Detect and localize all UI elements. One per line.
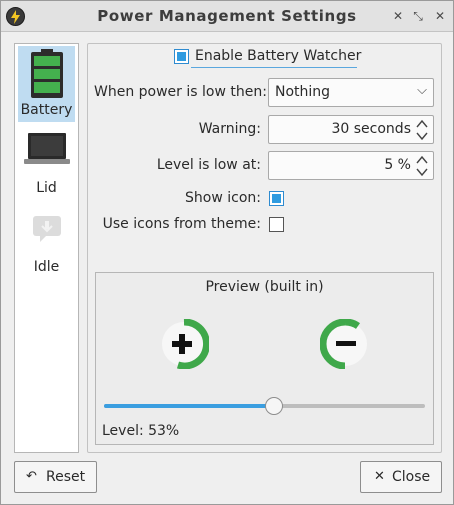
warning-label: Warning: (198, 121, 261, 137)
power-management-window: Power Management Settings ✕ ⤡ ✕ Battery … (0, 0, 454, 505)
window-title: Power Management Settings (97, 7, 357, 25)
enable-battery-watcher-checkbox[interactable] (174, 49, 189, 64)
laptop-lid-icon (24, 133, 70, 164)
level-slider-handle[interactable] (264, 397, 283, 415)
when-low-label: When power is low then: (94, 84, 267, 100)
preview-title: Preview (built in) (205, 279, 324, 295)
reset-button-label: Reset (46, 469, 86, 485)
enable-battery-watcher-label[interactable]: Enable Battery Watcher (195, 48, 361, 64)
sidebar-item-label: Idle (33, 259, 60, 275)
when-low-value: Nothing (275, 84, 331, 100)
close-icon: ✕ (374, 469, 385, 484)
sidebar-item-label: Battery (20, 102, 73, 118)
level-low-value: 5 % (384, 157, 411, 173)
reset-icon: ↶ (26, 469, 37, 484)
level-slider-fill (104, 404, 274, 408)
level-low-label: Level is low at: (156, 157, 261, 173)
battery-icon (31, 49, 63, 98)
maximize-icon[interactable]: ⤡ (410, 8, 426, 24)
close-button-label: Close (392, 469, 431, 485)
theme-icons-label: Use icons from theme: (102, 216, 261, 232)
warning-spinbox[interactable]: 30 seconds (268, 115, 434, 144)
show-icon-checkbox[interactable] (269, 191, 284, 206)
focus-underline (191, 67, 357, 68)
sidebar-item-label: Lid (36, 180, 57, 196)
title-bar[interactable]: Power Management Settings ✕ ⤡ ✕ (1, 1, 453, 32)
close-window-icon[interactable]: ✕ (432, 8, 448, 24)
close-button[interactable]: ✕ Close (360, 461, 442, 493)
level-readout: Level: 53% (102, 423, 180, 439)
battery-charging-icon (162, 319, 209, 369)
minimize-icon[interactable]: ✕ (390, 8, 406, 24)
spin-arrows-icon[interactable] (415, 117, 429, 143)
when-low-combobox[interactable]: Nothing ⌵ (268, 78, 434, 107)
preview-group: Preview (built in) (95, 272, 434, 445)
spin-arrows-icon[interactable] (415, 153, 429, 179)
sidebar: Battery Lid Idle (14, 43, 79, 453)
warning-value: 30 seconds (331, 121, 412, 137)
idle-icon (33, 216, 61, 242)
reset-button[interactable]: ↶ Reset (14, 461, 97, 493)
sidebar-item-idle[interactable]: Idle (18, 206, 75, 278)
level-low-spinbox[interactable]: 5 % (268, 151, 434, 180)
battery-discharging-icon (320, 319, 367, 369)
chevron-down-icon: ⌵ (417, 83, 427, 98)
sidebar-item-lid[interactable]: Lid (18, 126, 75, 198)
sidebar-item-battery[interactable]: Battery (18, 46, 75, 122)
theme-icons-checkbox[interactable] (269, 217, 284, 232)
show-icon-label: Show icon: (185, 190, 261, 206)
